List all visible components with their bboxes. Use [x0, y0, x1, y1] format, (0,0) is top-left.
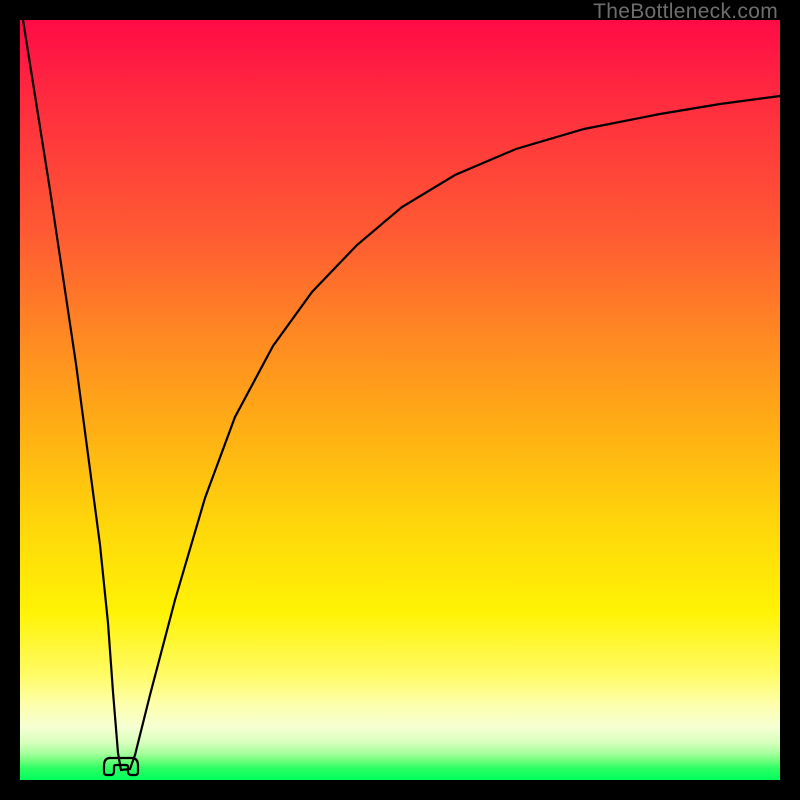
plot-area [20, 20, 780, 780]
bottleneck-curve [23, 20, 780, 770]
curve-svg [20, 20, 780, 780]
chart-frame: TheBottleneck.com [0, 0, 800, 800]
